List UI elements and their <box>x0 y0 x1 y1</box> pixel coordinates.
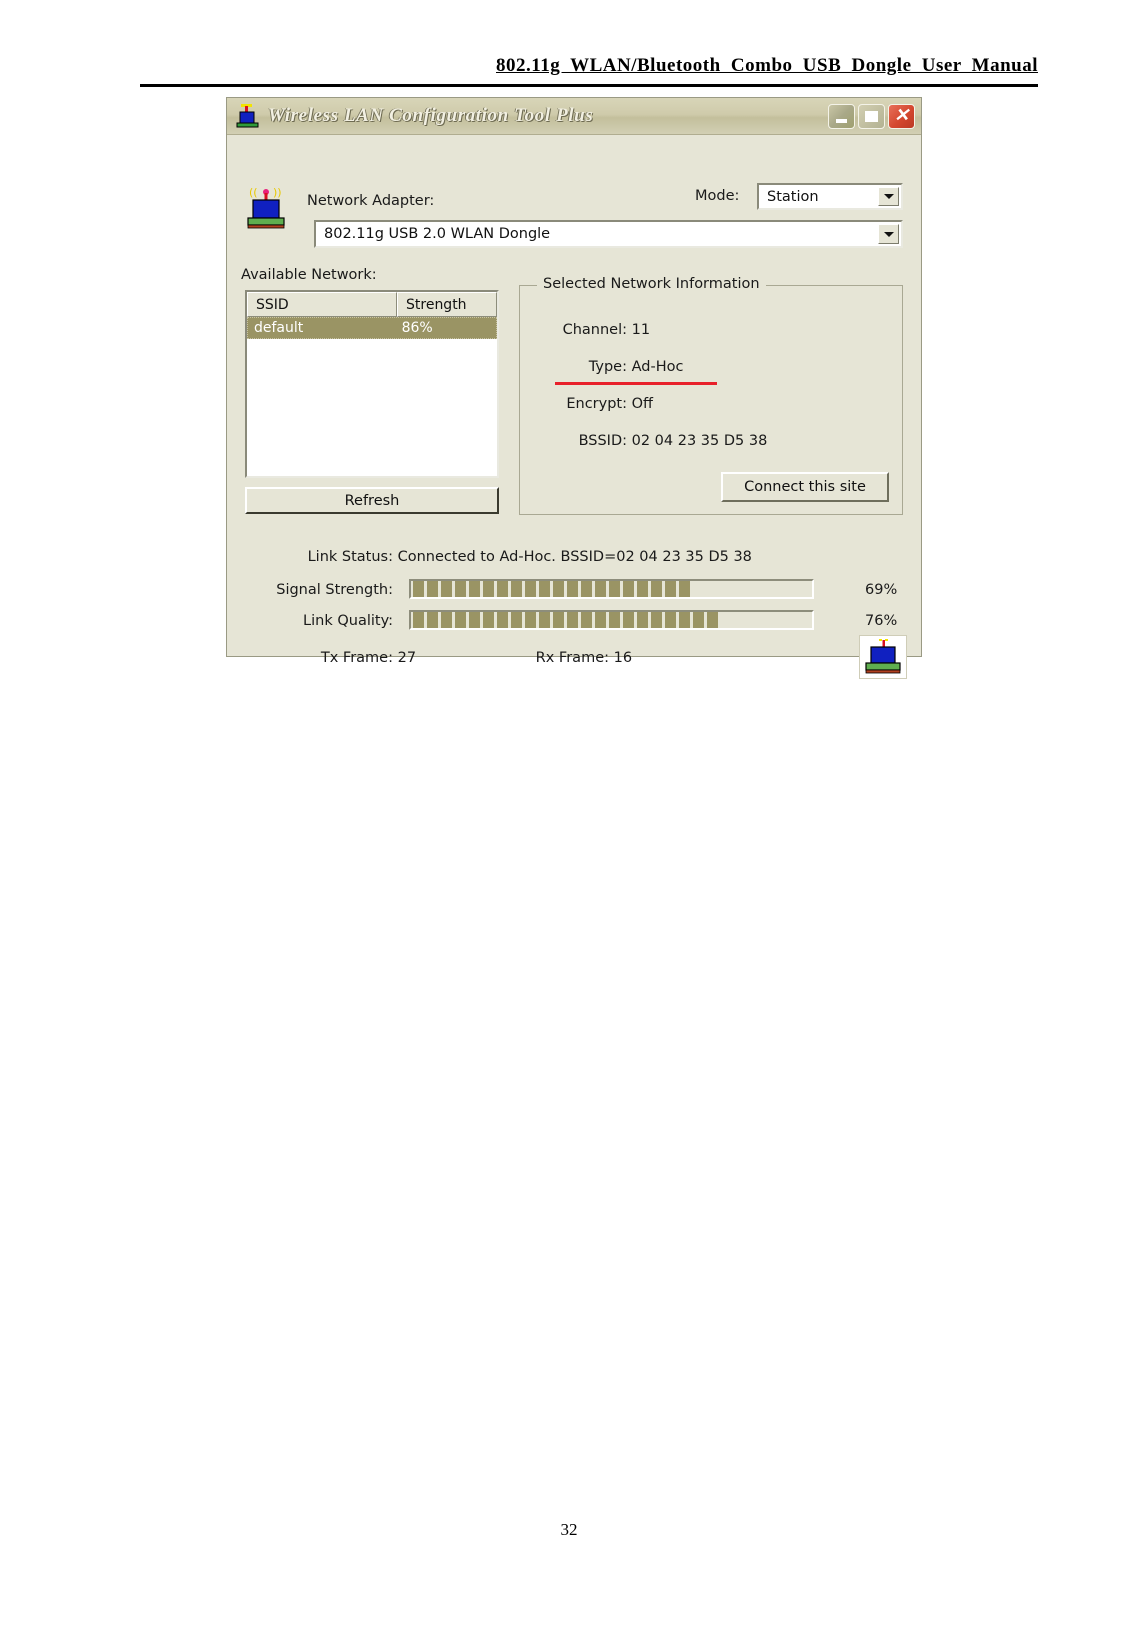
available-network-list-header: SSID Strength <box>247 292 497 317</box>
svg-text:)): )) <box>273 186 282 199</box>
bssid-row: BSSID: 02 04 23 35 D5 38 <box>537 433 768 449</box>
selected-network-information-title: Selected Network Information <box>537 276 766 292</box>
signal-strength-value: 69% <box>865 582 898 598</box>
chevron-down-icon[interactable] <box>878 224 899 244</box>
dialog-titlebar[interactable]: Wireless LAN Configuration Tool Plus ✕ <box>227 98 921 135</box>
cell-strength: 86% <box>401 320 433 336</box>
network-adapter-label: Network Adapter: <box>307 193 435 209</box>
mode-label: Mode: <box>695 188 740 204</box>
type-label: Type: <box>588 359 627 375</box>
signal-strength-bar <box>409 579 814 599</box>
mode-select[interactable]: Station <box>757 183 903 210</box>
channel-value: 11 <box>631 322 651 338</box>
link-status-row: Link Status: Connected to Ad-Hoc. BSSID=… <box>241 549 752 565</box>
bssid-value: 02 04 23 35 D5 38 <box>631 433 768 449</box>
encrypt-value: Off <box>631 396 654 412</box>
page-header-title: 802.11g WLAN/Bluetooth Combo USB Dongle … <box>496 55 1038 76</box>
dialog-title: Wireless LAN Configuration Tool Plus <box>268 105 594 126</box>
column-header-ssid[interactable]: SSID <box>247 292 397 317</box>
tx-frame-label: Tx Frame: <box>320 650 393 666</box>
available-network-label: Available Network: <box>241 267 377 283</box>
type-row: Type: Ad-Hoc <box>537 359 684 375</box>
network-adapter-select[interactable]: 802.11g USB 2.0 WLAN Dongle <box>314 220 903 248</box>
connect-this-site-button[interactable]: Connect this site <box>721 472 889 502</box>
channel-label: Channel: <box>562 322 627 338</box>
dialog-body: (( )) Network Adapter: Mode: Station 802… <box>227 135 921 679</box>
page-header: 802.11g WLAN/Bluetooth Combo USB Dongle … <box>140 55 1038 77</box>
link-quality-bar <box>409 610 814 630</box>
encrypt-row: Encrypt: Off <box>537 396 653 412</box>
frame-counters-row: Tx Frame: 27 Rx Frame: 16 <box>241 650 632 666</box>
available-network-list[interactable]: SSID Strength default 86% <box>245 290 499 478</box>
window-button-group: ✕ <box>828 103 915 129</box>
svg-text:((: (( <box>249 186 258 199</box>
type-value: Ad-Hoc <box>631 359 684 375</box>
wlan-adapter-icon: (( )) <box>245 185 287 231</box>
minimize-icon[interactable] <box>828 103 855 129</box>
wlan-status-tray-icon[interactable] <box>859 635 907 679</box>
refresh-button[interactable]: Refresh <box>245 487 499 514</box>
network-adapter-select-value: 802.11g USB 2.0 WLAN Dongle <box>324 226 551 242</box>
rx-frame-value: 16 <box>613 650 633 666</box>
channel-row: Channel: 11 <box>537 322 650 338</box>
page-number: 32 <box>560 1520 578 1539</box>
wlan-dongle-icon <box>235 103 261 129</box>
maximize-icon[interactable] <box>858 103 885 129</box>
header-divider <box>140 84 1038 87</box>
encrypt-label: Encrypt: <box>566 396 627 412</box>
link-status-value: Connected to Ad-Hoc. BSSID=02 04 23 35 D… <box>397 549 752 565</box>
mode-select-value: Station <box>767 188 819 205</box>
link-quality-value: 76% <box>865 613 898 629</box>
column-header-strength[interactable]: Strength <box>397 292 497 317</box>
type-highlight-underline <box>555 382 717 385</box>
cell-ssid: default <box>254 320 304 336</box>
link-quality-bar-fill <box>413 612 718 628</box>
bssid-label: BSSID: <box>578 433 627 449</box>
list-item[interactable]: default 86% <box>247 317 497 339</box>
rx-frame-label: Rx Frame: <box>535 650 610 666</box>
chevron-down-icon[interactable] <box>878 187 899 206</box>
signal-strength-label: Signal Strength: <box>276 582 393 598</box>
signal-strength-bar-fill <box>413 581 690 597</box>
close-icon[interactable]: ✕ <box>888 103 915 129</box>
link-quality-label: Link Quality: <box>303 613 393 629</box>
link-status-label: Link Status: <box>307 549 393 565</box>
tx-frame-value: 27 <box>397 650 417 666</box>
wireless-lan-configuration-dialog: Wireless LAN Configuration Tool Plus ✕ (… <box>226 97 922 679</box>
